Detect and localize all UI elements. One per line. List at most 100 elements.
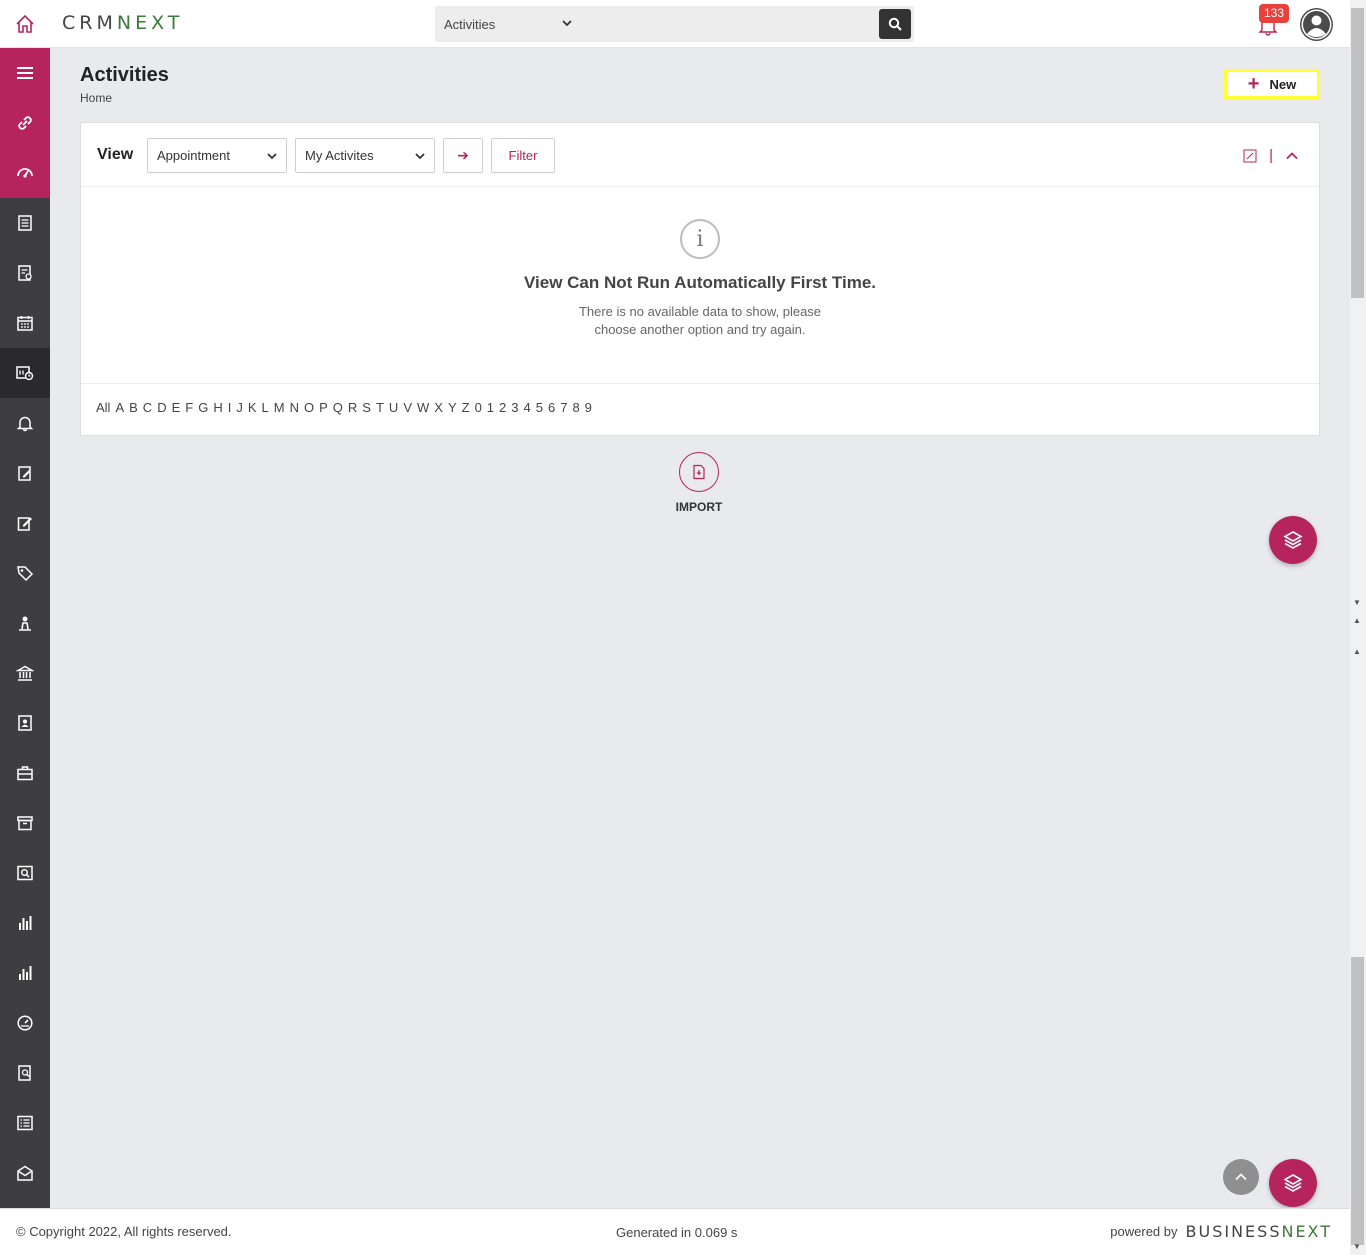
alphabet-filter-item[interactable]: 5	[536, 400, 543, 420]
sidebar-item-activities[interactable]	[0, 348, 50, 398]
sidebar-item-performance[interactable]	[0, 998, 50, 1048]
alphabet-filter-item[interactable]: Q	[333, 400, 343, 420]
businessnext-logo: BUSINESSNEXT	[1185, 1222, 1332, 1241]
alphabet-filter-item[interactable]: U	[389, 400, 398, 420]
run-view-button[interactable]: ➔	[443, 138, 483, 173]
alphabet-filter-item[interactable]: Z	[462, 400, 470, 420]
alphabet-filter-item[interactable]: K	[248, 400, 257, 420]
search-doc-icon	[17, 865, 33, 881]
home-button[interactable]	[0, 0, 50, 48]
sidebar-item-reports-chart[interactable]	[0, 948, 50, 998]
alphabet-filter-item[interactable]: V	[403, 400, 412, 420]
sidebar-item-doc-search[interactable]	[0, 1048, 50, 1098]
alphabet-filter-item[interactable]: All	[96, 400, 110, 420]
alphabet-filter-item[interactable]: H	[213, 400, 222, 420]
chevron-down-icon	[267, 153, 277, 160]
search-input[interactable]	[581, 6, 879, 42]
sidebar-item-mail[interactable]	[0, 1148, 50, 1198]
search-scope-select[interactable]: Activities	[435, 6, 581, 42]
alphabet-filter-item[interactable]: 0	[475, 400, 482, 420]
sidebar-item-tags[interactable]	[0, 548, 50, 598]
alphabet-filter-item[interactable]: S	[362, 400, 371, 420]
alphabet-filter-item[interactable]: T	[376, 400, 384, 420]
sidebar-item-edit[interactable]	[0, 498, 50, 548]
import-file-icon	[693, 464, 705, 480]
alphabet-filter-item[interactable]: L	[262, 400, 269, 420]
sidebar-item-opportunities[interactable]	[0, 748, 50, 798]
person-icon	[19, 616, 31, 631]
alphabet-filter-item[interactable]: 3	[511, 400, 518, 420]
filter-button[interactable]: Filter	[491, 138, 555, 173]
crmnext-logo[interactable]: CRMNEXT	[62, 12, 183, 34]
alphabet-filter-item[interactable]: 8	[572, 400, 579, 420]
expand-icon[interactable]	[1243, 149, 1257, 163]
sidebar-menu-toggle[interactable]	[0, 48, 50, 98]
quick-actions-fab-bottom[interactable]	[1269, 1159, 1317, 1207]
alphabet-filter-item[interactable]: R	[348, 400, 357, 420]
scrollbar-thumb[interactable]	[1351, 8, 1364, 298]
sidebar-item-edit-documents[interactable]	[0, 448, 50, 498]
chevron-up-icon[interactable]	[1285, 149, 1299, 163]
alphabet-filter-item[interactable]: P	[319, 400, 328, 420]
footer: © Copyright 2022, All rights reserved. G…	[0, 1208, 1350, 1255]
sidebar-item-contacts[interactable]	[0, 698, 50, 748]
sidebar-item-alerts[interactable]	[0, 398, 50, 448]
notification-badge[interactable]: 133	[1259, 4, 1289, 23]
sidebar-item-documents[interactable]	[0, 198, 50, 248]
sidebar-item-calendar[interactable]	[0, 298, 50, 348]
alphabet-filter-item[interactable]: 4	[524, 400, 531, 420]
alphabet-filter-item[interactable]: W	[417, 400, 429, 420]
home-icon	[16, 14, 34, 33]
alphabet-filter-item[interactable]: C	[143, 400, 152, 420]
user-avatar[interactable]	[1300, 8, 1333, 41]
copyright-text: © Copyright 2022, All rights reserved.	[16, 1224, 232, 1239]
alphabet-filter-item[interactable]: 7	[560, 400, 567, 420]
alphabet-filter-item[interactable]: E	[172, 400, 181, 420]
import-action[interactable]: IMPORT	[674, 452, 724, 514]
alphabet-filter-item[interactable]: N	[290, 400, 299, 420]
sidebar-item-archive[interactable]	[0, 798, 50, 848]
scroll-bottom-arrow[interactable]: ▼	[1352, 1242, 1362, 1252]
view-scope-select[interactable]: My Activites	[295, 138, 435, 173]
search-button[interactable]	[879, 9, 911, 39]
alphabet-filter-item[interactable]: M	[274, 400, 285, 420]
alphabet-filter-item[interactable]: 1	[487, 400, 494, 420]
sidebar-item-reports[interactable]	[0, 248, 50, 298]
sidebar-item-leads[interactable]	[0, 598, 50, 648]
alphabet-filter-item[interactable]: D	[157, 400, 166, 420]
scrollbar-thumb-lower[interactable]	[1351, 957, 1364, 1245]
alphabet-filter-item[interactable]: F	[185, 400, 193, 420]
page-title: Activities	[80, 64, 169, 86]
activity-type-select[interactable]: Appointment	[147, 138, 287, 173]
alphabet-filter-item[interactable]: Y	[448, 400, 457, 420]
scroll-up-arrow-lower[interactable]: ▲	[1352, 647, 1362, 657]
quick-actions-fab[interactable]	[1269, 516, 1317, 564]
user-icon	[1301, 9, 1332, 40]
scroll-up-arrow[interactable]: ▲	[1352, 616, 1362, 626]
alphabet-filter-item[interactable]: A	[115, 400, 124, 420]
alphabet-filter-item[interactable]: X	[434, 400, 443, 420]
import-button[interactable]	[679, 452, 719, 492]
sidebar-item-search-records[interactable]	[0, 848, 50, 898]
alphabet-filter-item[interactable]: B	[129, 400, 138, 420]
edit-doc-icon	[18, 466, 31, 481]
alphabet-filter-item[interactable]: 9	[585, 400, 592, 420]
info-icon: i	[680, 219, 720, 259]
alphabet-filter-item[interactable]: 6	[548, 400, 555, 420]
alphabet-filter-item[interactable]: G	[198, 400, 208, 420]
scroll-to-top-button[interactable]	[1223, 1159, 1259, 1195]
scroll-down-arrow[interactable]: ▼	[1352, 598, 1362, 608]
alphabet-filter: All A B C D E F G H I J K L M N O P Q R S T U V W X Y Z 0 1 2 3 4 5 6 7 8 9	[81, 383, 1319, 436]
sidebar-item-dashboard[interactable]	[0, 148, 50, 198]
sidebar-item-links[interactable]	[0, 98, 50, 148]
sidebar-item-analytics[interactable]	[0, 898, 50, 948]
report-doc-icon	[18, 265, 32, 281]
alphabet-filter-item[interactable]: O	[304, 400, 314, 420]
alphabet-filter-item[interactable]: I	[228, 400, 232, 420]
sidebar-item-lists[interactable]	[0, 1098, 50, 1148]
sidebar-item-bank[interactable]	[0, 648, 50, 698]
alphabet-filter-item[interactable]: 2	[499, 400, 506, 420]
breadcrumb-home[interactable]: Home	[80, 91, 112, 105]
new-activity-button[interactable]: + New	[1224, 69, 1320, 99]
alphabet-filter-item[interactable]: J	[236, 400, 243, 420]
